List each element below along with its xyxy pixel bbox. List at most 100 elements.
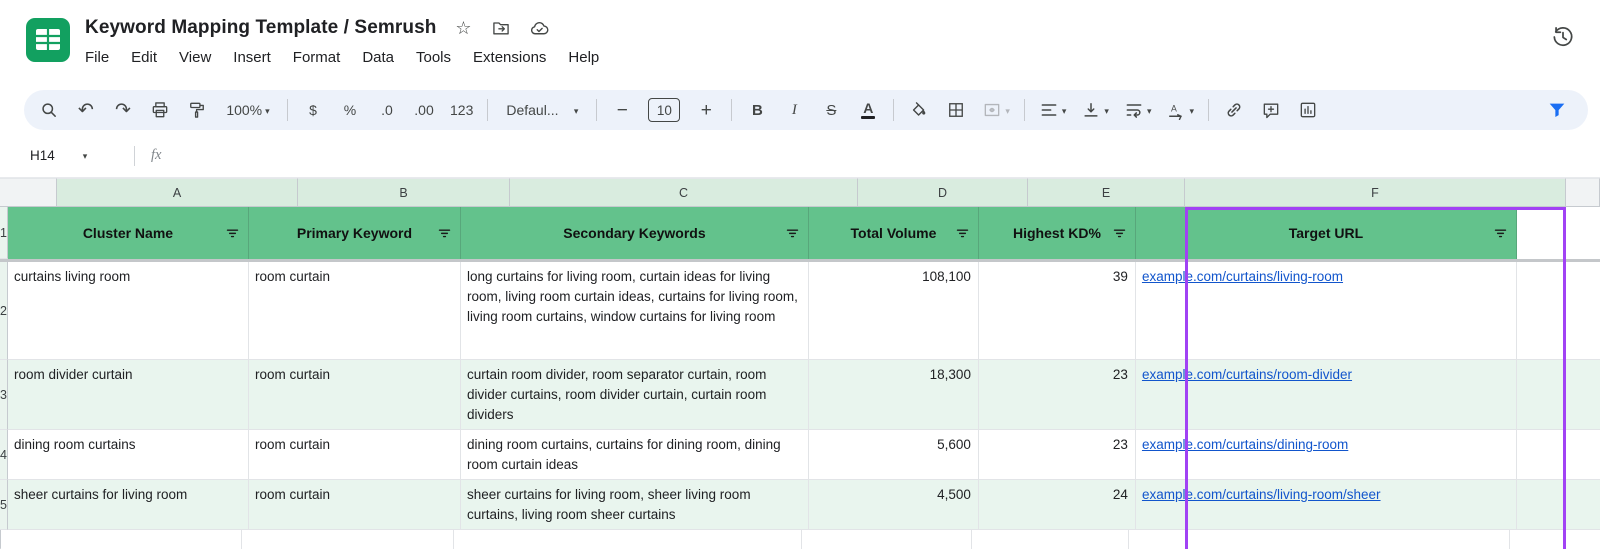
- filter-icon[interactable]: [784, 225, 801, 242]
- name-box[interactable]: H14 ▾: [30, 148, 126, 163]
- decrease-decimal-button[interactable]: .0: [370, 95, 404, 125]
- cell-total-volume[interactable]: 5,600: [808, 430, 979, 480]
- target-url-link[interactable]: example.com/curtains/living-room: [1142, 269, 1343, 284]
- target-url-link[interactable]: example.com/curtains/room-divider: [1142, 367, 1352, 382]
- row-number-4[interactable]: 4: [0, 430, 8, 480]
- cell-secondary-keywords[interactable]: curtain room divider, room separator cur…: [460, 360, 809, 430]
- menu-edit[interactable]: Edit: [122, 46, 166, 69]
- empty-cell[interactable]: [454, 530, 802, 549]
- cell-primary-keyword[interactable]: room curtain: [248, 430, 461, 480]
- cell-primary-keyword[interactable]: room curtain: [248, 480, 461, 530]
- italic-button[interactable]: I: [777, 95, 811, 125]
- cell-total-volume[interactable]: 18,300: [808, 360, 979, 430]
- menu-data[interactable]: Data: [353, 46, 403, 69]
- row-number-5[interactable]: 5: [0, 480, 8, 530]
- menu-extensions[interactable]: Extensions: [464, 46, 555, 69]
- decrease-font-size-button[interactable]: −: [605, 95, 639, 125]
- cell-highest-kd[interactable]: 23: [978, 430, 1136, 480]
- increase-decimal-button[interactable]: .00: [407, 95, 441, 125]
- cloud-saved-icon[interactable]: [528, 17, 550, 39]
- target-url-link[interactable]: example.com/curtains/living-room/sheer: [1142, 487, 1381, 502]
- empty-cell[interactable]: [972, 530, 1129, 549]
- star-icon[interactable]: ☆: [452, 17, 474, 39]
- redo-button[interactable]: ↷: [106, 95, 140, 125]
- empty-cell[interactable]: [1129, 530, 1510, 549]
- header-cell-primary-keyword[interactable]: Primary Keyword: [248, 207, 461, 259]
- cell-primary-keyword[interactable]: room curtain: [248, 360, 461, 430]
- text-color-button[interactable]: A: [851, 95, 885, 125]
- menu-insert[interactable]: Insert: [224, 46, 280, 69]
- header-cell-secondary-keywords[interactable]: Secondary Keywords: [460, 207, 809, 259]
- borders-button[interactable]: [939, 95, 973, 125]
- header-cell-total-volume[interactable]: Total Volume: [808, 207, 979, 259]
- font-size-input[interactable]: 10: [642, 95, 686, 125]
- text-rotation-button[interactable]: A ▾: [1160, 95, 1200, 125]
- cell-highest-kd[interactable]: 23: [978, 360, 1136, 430]
- print-button[interactable]: [143, 95, 177, 125]
- create-filter-button[interactable]: [1540, 95, 1574, 125]
- font-select[interactable]: Defaul... ▾: [496, 95, 588, 125]
- filter-icon[interactable]: [954, 225, 971, 242]
- row-number-3[interactable]: 3: [0, 360, 8, 430]
- bold-button[interactable]: B: [740, 95, 774, 125]
- format-currency-button[interactable]: $: [296, 95, 330, 125]
- select-all-corner[interactable]: [0, 178, 57, 207]
- cell-cluster-name[interactable]: room divider curtain: [7, 360, 249, 430]
- menu-format[interactable]: Format: [284, 46, 350, 69]
- sheets-logo[interactable]: [26, 18, 70, 62]
- more-formats-button[interactable]: 123: [444, 95, 479, 125]
- row-number-2[interactable]: 2: [0, 262, 8, 360]
- cell-primary-keyword[interactable]: room curtain: [248, 262, 461, 360]
- column-header-a[interactable]: A: [57, 178, 298, 207]
- increase-font-size-button[interactable]: +: [689, 95, 723, 125]
- cell-highest-kd[interactable]: 24: [978, 480, 1136, 530]
- move-folder-icon[interactable]: [490, 17, 512, 39]
- document-title[interactable]: Keyword Mapping Template / Semrush: [85, 17, 436, 39]
- column-header-b[interactable]: B: [298, 178, 510, 207]
- header-cell-cluster-name[interactable]: Cluster Name: [7, 207, 249, 259]
- header-cell-highest-kd[interactable]: Highest KD%: [978, 207, 1136, 259]
- filter-icon[interactable]: [436, 225, 453, 242]
- header-cell-target-url[interactable]: Target URL: [1135, 207, 1517, 259]
- fill-color-button[interactable]: [902, 95, 936, 125]
- menu-tools[interactable]: Tools: [407, 46, 460, 69]
- cell-total-volume[interactable]: 4,500: [808, 480, 979, 530]
- filter-icon[interactable]: [1111, 225, 1128, 242]
- cell-highest-kd[interactable]: 39: [978, 262, 1136, 360]
- filter-icon[interactable]: [1492, 225, 1509, 242]
- version-history-icon[interactable]: [1548, 22, 1578, 52]
- insert-comment-button[interactable]: [1254, 95, 1288, 125]
- cell-total-volume[interactable]: 108,100: [808, 262, 979, 360]
- format-percent-button[interactable]: %: [333, 95, 367, 125]
- empty-cell[interactable]: [242, 530, 454, 549]
- cell-secondary-keywords[interactable]: long curtains for living room, curtain i…: [460, 262, 809, 360]
- column-header-e[interactable]: E: [1028, 178, 1185, 207]
- menu-view[interactable]: View: [170, 46, 220, 69]
- column-header-c[interactable]: C: [510, 178, 858, 207]
- row-number-1[interactable]: 1: [0, 207, 8, 259]
- zoom-select[interactable]: 100% ▾: [217, 95, 279, 125]
- column-header-d[interactable]: D: [858, 178, 1028, 207]
- cell-cluster-name[interactable]: curtains living room: [7, 262, 249, 360]
- merge-cells-button[interactable]: ▾: [976, 95, 1016, 125]
- empty-cell[interactable]: [802, 530, 972, 549]
- menu-file[interactable]: File: [76, 46, 118, 69]
- insert-link-button[interactable]: [1217, 95, 1251, 125]
- filter-icon[interactable]: [224, 225, 241, 242]
- target-url-link[interactable]: example.com/curtains/dining-room: [1142, 437, 1348, 452]
- column-header-f[interactable]: F: [1185, 178, 1566, 207]
- search-button[interactable]: [32, 95, 66, 125]
- paint-format-button[interactable]: [180, 95, 214, 125]
- empty-cell[interactable]: [1, 530, 242, 549]
- menu-help[interactable]: Help: [559, 46, 608, 69]
- strikethrough-button[interactable]: S: [814, 95, 848, 125]
- cell-cluster-name[interactable]: dining room curtains: [7, 430, 249, 480]
- vertical-align-button[interactable]: ▾: [1075, 95, 1115, 125]
- cell-secondary-keywords[interactable]: sheer curtains for living room, sheer li…: [460, 480, 809, 530]
- horizontal-align-button[interactable]: ▾: [1033, 95, 1073, 125]
- formula-input[interactable]: [161, 134, 1600, 177]
- insert-chart-button[interactable]: [1291, 95, 1325, 125]
- cell-secondary-keywords[interactable]: dining room curtains, curtains for dinin…: [460, 430, 809, 480]
- cell-cluster-name[interactable]: sheer curtains for living room: [7, 480, 249, 530]
- text-wrap-button[interactable]: ▾: [1118, 95, 1158, 125]
